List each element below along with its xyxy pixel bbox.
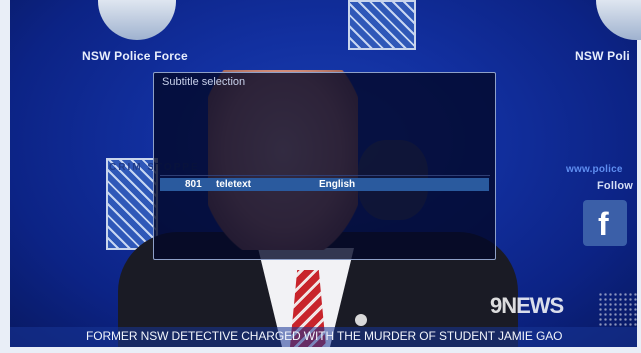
news-ticker-text: FORMER NSW DETECTIVE CHARGED WITH THE MU… bbox=[86, 329, 563, 343]
channel-logo-dots bbox=[598, 292, 638, 328]
dialog-title: Subtitle selection bbox=[162, 76, 246, 88]
channel-logo: 9NEWS bbox=[490, 293, 564, 318]
police-crest-left bbox=[98, 0, 176, 40]
police-crest-right bbox=[596, 0, 641, 40]
frame-left bbox=[0, 0, 10, 353]
track-type: teletext bbox=[216, 179, 252, 190]
dialog-separator bbox=[160, 175, 490, 176]
facebook-icon: f bbox=[583, 200, 627, 246]
subtitle-selection-dialog: Subtitle selection 801 teletext English bbox=[153, 72, 496, 260]
tv-screen: NSW Police Force NSW Poli CRIM STOPPE ww… bbox=[0, 0, 641, 353]
police-label-left: NSW Police Force bbox=[82, 49, 188, 63]
lapel-badge bbox=[355, 314, 367, 326]
track-language: English bbox=[319, 179, 356, 190]
website-label: www.police bbox=[566, 164, 623, 175]
crime-stoppers-poster-top bbox=[348, 0, 416, 50]
facebook-glyph: f bbox=[598, 206, 609, 242]
track-number: 801 bbox=[185, 179, 202, 190]
frame-bottom bbox=[0, 347, 641, 353]
police-label-right: NSW Poli bbox=[575, 49, 630, 63]
follow-label: Follow bbox=[597, 180, 634, 192]
subtitle-track-row[interactable]: 801 teletext English bbox=[160, 178, 489, 191]
